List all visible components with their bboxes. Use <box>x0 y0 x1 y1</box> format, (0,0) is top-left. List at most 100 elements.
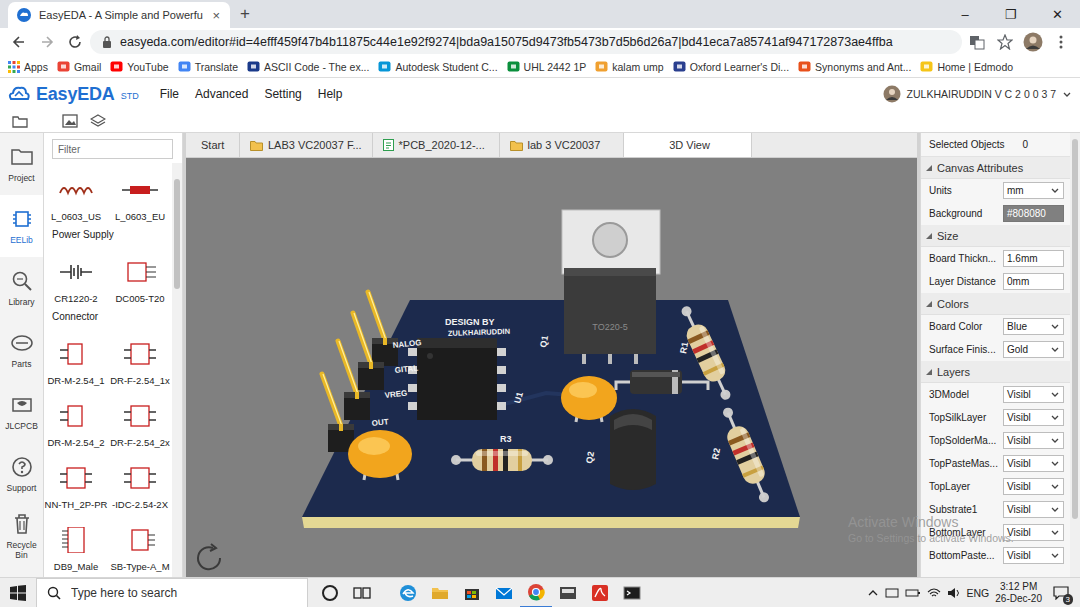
library-part[interactable]: -IDC-2.54-2X <box>108 451 172 513</box>
part-name[interactable]: SB-Type-A_M <box>110 561 169 572</box>
library-part[interactable]: SB-Type-A_M <box>108 513 172 575</box>
property-field[interactable]: Visibl <box>1003 432 1064 449</box>
jlcpcb-icon[interactable] <box>10 393 34 417</box>
collapse-triangle-icon[interactable] <box>925 164 933 172</box>
resistor-symbol-icon[interactable] <box>122 177 158 203</box>
menu-item[interactable]: Setting <box>259 87 306 101</box>
header-pin[interactable] <box>368 292 398 366</box>
image-export-icon[interactable] <box>62 114 78 128</box>
field-value[interactable]: Visibl <box>1007 527 1048 538</box>
forward-arrow-icon[interactable] <box>40 35 54 49</box>
property-field[interactable]: Visibl <box>1003 524 1064 541</box>
property-field[interactable]: Visibl <box>1003 501 1064 518</box>
recycle-bin-icon[interactable] <box>10 512 34 536</box>
collapse-triangle-icon[interactable] <box>925 300 933 308</box>
mail-icon[interactable] <box>495 584 513 602</box>
bookmark-label[interactable]: Apps <box>24 61 48 73</box>
dual-row-connector-icon[interactable] <box>122 403 158 429</box>
bookmark-item[interactable]: kalam ump <box>595 60 663 73</box>
property-field[interactable]: mm <box>1003 182 1064 199</box>
editor-tab[interactable]: 3D View <box>624 133 752 157</box>
tab-label[interactable]: LAB3 VC20037 F... <box>268 139 362 151</box>
reload-icon[interactable] <box>68 35 82 49</box>
nav-label[interactable]: Parts <box>12 359 32 369</box>
resistor-r2[interactable] <box>716 404 776 506</box>
bookmark-item[interactable]: Autodesk Student C... <box>378 60 497 73</box>
bookmark-label[interactable]: Synonyms and Ant... <box>815 61 911 73</box>
connector-symbol-icon[interactable] <box>58 403 94 429</box>
field-value[interactable]: Visibl <box>1007 504 1048 515</box>
menu-item[interactable]: Advanced <box>190 87 253 101</box>
section-title[interactable]: Connector <box>52 311 98 322</box>
bookmark-item[interactable]: UHL 2442 1P <box>507 60 587 73</box>
part-name[interactable]: L_0603_US <box>51 211 101 222</box>
field-value[interactable]: Visibl <box>1007 412 1048 423</box>
filter-input[interactable] <box>52 139 173 159</box>
bookmark-item[interactable]: YouTube <box>110 60 168 73</box>
open-folder-icon[interactable] <box>12 114 28 128</box>
field-value[interactable]: mm <box>1007 185 1048 196</box>
taskbar-search-input[interactable] <box>69 585 297 601</box>
dropdown-arrow-icon[interactable] <box>1050 390 1060 399</box>
store-icon[interactable] <box>463 584 481 602</box>
transistor-q2[interactable] <box>610 409 656 490</box>
profile-avatar-icon[interactable] <box>1023 32 1043 52</box>
bookmark-label[interactable]: Oxford Learner's Di... <box>690 61 789 73</box>
tab-close-button[interactable]: × <box>210 8 222 23</box>
menu-item[interactable]: Help <box>313 87 348 101</box>
windows-start-icon[interactable] <box>10 585 26 601</box>
restore-button[interactable]: ❐ <box>988 0 1034 28</box>
bookmark-label[interactable]: Home | Edmodo <box>937 61 1013 73</box>
bookmark-item[interactable]: Gmail <box>57 60 101 73</box>
bookmark-item[interactable]: ASCII Code - The ex... <box>247 60 369 73</box>
section-title[interactable]: Size <box>937 230 958 242</box>
field-value[interactable]: 0mm <box>1007 276 1060 287</box>
library-part[interactable]: DR-F-2.54_2x <box>108 389 172 451</box>
section-title[interactable]: Power Supply <box>52 229 114 240</box>
dropdown-arrow-icon[interactable] <box>1050 436 1060 445</box>
dropdown-arrow-icon[interactable] <box>1050 322 1060 331</box>
section-title[interactable]: Layers <box>937 366 970 378</box>
user-avatar-icon[interactable] <box>883 85 901 103</box>
layers-icon[interactable] <box>90 114 106 128</box>
library-part[interactable]: L_0603_US <box>44 163 108 225</box>
part-name[interactable]: DR-F-2.54_1x <box>110 375 170 386</box>
wifi-icon[interactable] <box>927 587 941 599</box>
library-search-icon[interactable] <box>10 269 34 293</box>
dropdown-arrow-icon[interactable] <box>1050 345 1060 354</box>
property-field[interactable]: Visibl <box>1003 455 1064 472</box>
library-part[interactable]: DR-M-2.54_2 <box>44 389 108 451</box>
part-name[interactable]: DB9_Male <box>54 561 98 572</box>
terminal-icon[interactable] <box>623 584 641 602</box>
cortana-icon[interactable] <box>321 584 339 602</box>
browser-tab[interactable]: EasyEDA - A Simple and Powerfu× <box>8 2 230 28</box>
property-field[interactable]: Visibl <box>1003 547 1064 564</box>
tray-expand-icon[interactable] <box>867 588 879 598</box>
field-value[interactable]: 1.6mm <box>1007 253 1060 264</box>
resistor-r1[interactable] <box>674 302 737 404</box>
bookmark-item[interactable]: Oxford Learner's Di... <box>673 60 789 73</box>
field-value[interactable]: Blue <box>1007 321 1048 332</box>
clock-time[interactable]: 3:12 PM <box>1000 581 1037 593</box>
library-part[interactable]: DB9_Male <box>44 513 108 575</box>
clock-date[interactable]: 26-Dec-20 <box>995 593 1042 605</box>
field-value[interactable]: #808080 <box>1007 208 1060 219</box>
dual-row-connector-icon[interactable] <box>122 465 158 491</box>
field-value[interactable]: Visibl <box>1007 481 1048 492</box>
translate-icon[interactable] <box>969 34 985 50</box>
resistor-r3[interactable] <box>451 449 553 471</box>
collapse-triangle-icon[interactable] <box>925 368 933 376</box>
dropdown-arrow-icon[interactable] <box>1050 413 1060 422</box>
section-title[interactable]: Canvas Attributes <box>937 162 1023 174</box>
bookmark-item[interactable]: Synonyms and Ant... <box>798 60 911 73</box>
task-view-icon[interactable] <box>353 584 371 602</box>
header-pin[interactable] <box>338 341 370 420</box>
editor-tab[interactable]: LAB3 VC20037 F... <box>240 133 373 157</box>
user-caret-icon[interactable] <box>1062 90 1072 99</box>
header-pin[interactable] <box>353 313 384 390</box>
nav-item[interactable]: JLCPCB <box>0 381 43 443</box>
calculator-app-icon[interactable] <box>559 584 577 602</box>
star-icon[interactable] <box>997 34 1013 50</box>
dropdown-arrow-icon[interactable] <box>1050 482 1060 491</box>
component-chip-icon[interactable] <box>10 207 34 231</box>
